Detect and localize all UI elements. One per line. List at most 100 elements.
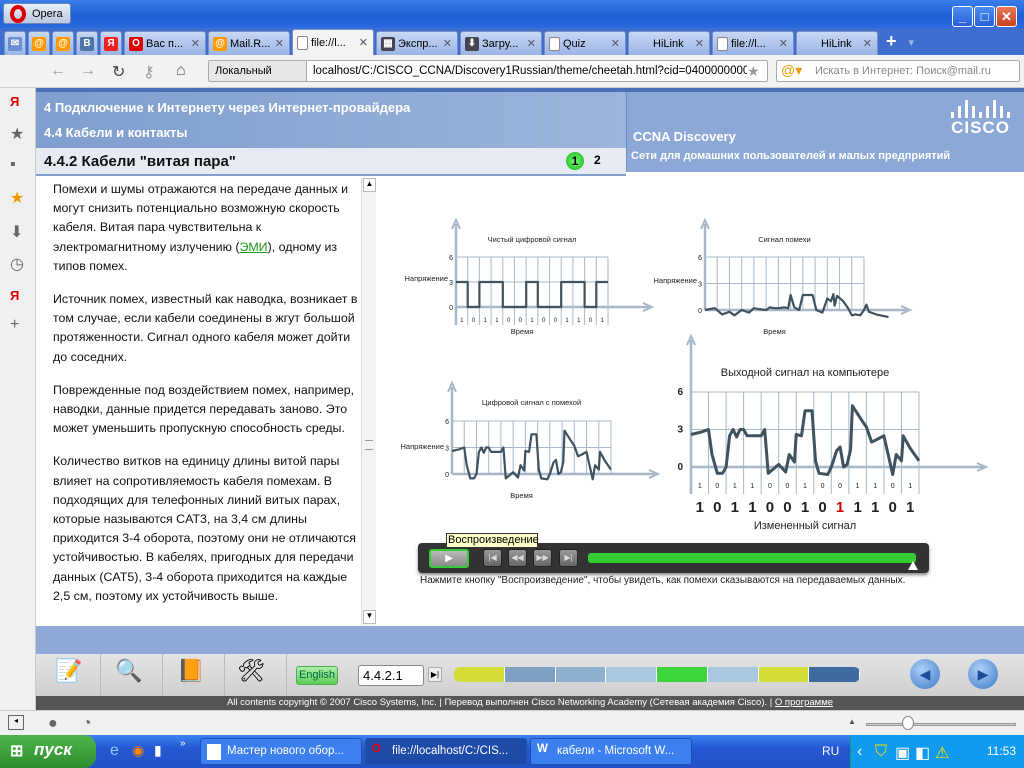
go-page-button[interactable]: ▶| <box>428 667 442 682</box>
browser-tab[interactable]: Quiz ✕ <box>544 31 626 55</box>
tab-close-icon[interactable]: ✕ <box>695 37 704 50</box>
play-button[interactable]: ▶ <box>429 549 469 568</box>
downloads-icon[interactable]: ⬇ <box>10 222 23 242</box>
fast-forward-button[interactable]: ▶▶ <box>533 549 552 567</box>
task-opera[interactable]: Ofile://localhost/C:/CIS... <box>365 738 527 765</box>
language-indicator[interactable]: RU <box>822 744 839 758</box>
notes-icon[interactable]: ▪ <box>10 156 16 174</box>
tab-close-icon[interactable]: ✕ <box>527 37 536 50</box>
browser-tab[interactable]: @ <box>52 31 74 55</box>
progress-segment[interactable] <box>809 667 860 682</box>
browser-tab[interactable]: HiLink ✕ <box>628 31 710 55</box>
search-input[interactable]: @▾ Искать в Интернет: Поиск@mail.ru <box>776 60 1020 82</box>
forward-icon[interactable]: → <box>80 62 96 80</box>
browser-tab[interactable]: ▦ Экспр... ✕ <box>376 31 458 55</box>
next-page-button[interactable]: ▶ <box>968 659 998 689</box>
playback-progress[interactable] <box>588 553 916 563</box>
progress-segment[interactable] <box>758 667 810 682</box>
network-icon[interactable]: ▣ <box>895 743 910 763</box>
yandex-icon[interactable]: Я <box>10 94 19 109</box>
app-icon[interactable]: ▮ <box>154 742 162 759</box>
volume-icon[interactable]: ◧ <box>915 743 930 763</box>
shield-icon[interactable]: ⛉ <box>875 743 887 761</box>
minimize-button[interactable]: _ <box>952 6 973 27</box>
tab-menu-icon[interactable]: ▾ <box>909 36 915 49</box>
progress-segment[interactable] <box>606 667 657 682</box>
task-word[interactable]: Wкабели - Microsoft W... <box>530 738 692 765</box>
page-2-button[interactable]: 2 <box>594 153 601 167</box>
panel-toggle-icon[interactable]: ◂ <box>8 715 24 730</box>
ie-icon[interactable]: e <box>110 742 119 760</box>
history-icon[interactable]: ◷ <box>10 254 24 274</box>
english-button[interactable]: English <box>296 666 338 685</box>
skip-start-button[interactable]: |◀ <box>483 549 502 567</box>
new-tab-icon[interactable]: + <box>886 31 897 52</box>
page-number-input[interactable]: 4.4.2.1 <box>358 665 424 686</box>
maximize-button[interactable]: □ <box>974 6 995 27</box>
tab-close-icon[interactable]: ✕ <box>275 37 284 50</box>
progress-segment[interactable] <box>454 667 505 682</box>
progress-segment[interactable] <box>657 667 708 682</box>
warning-icon[interactable]: ⚠ <box>935 743 949 763</box>
text-scrollbar[interactable]: ▲ ▼ <box>361 178 376 626</box>
tab-close-icon[interactable]: ✕ <box>443 37 452 50</box>
scroll-grip[interactable] <box>365 440 373 450</box>
browser-tab[interactable]: @ <box>28 31 50 55</box>
search-magnifier-icon[interactable]: 🔍 <box>114 658 144 690</box>
zoom-slider[interactable] <box>866 723 1016 726</box>
progress-segment[interactable] <box>555 667 607 682</box>
key-icon[interactable]: ⚷ <box>143 62 155 82</box>
scroll-up-icon[interactable]: ▲ <box>363 178 376 192</box>
progress-segment[interactable] <box>707 667 759 682</box>
reload-icon[interactable]: ↻ <box>112 62 125 82</box>
task-wizard[interactable]: Мастер нового обор... <box>200 738 362 765</box>
browser-tab[interactable]: file://l... ✕ <box>712 31 794 55</box>
glossary-icon[interactable]: 📝 <box>54 658 84 690</box>
home-icon[interactable]: ⌂ <box>176 62 186 80</box>
scroll-down-icon[interactable]: ▼ <box>363 610 376 624</box>
book-icon[interactable]: 📙 <box>176 658 206 690</box>
emi-link[interactable]: ЭМИ <box>239 240 267 254</box>
back-icon[interactable]: ← <box>50 62 66 80</box>
close-button[interactable]: ✕ <box>996 6 1017 27</box>
zoom-up-icon[interactable]: ▲ <box>848 717 856 726</box>
browser-tab[interactable]: O Вас п... ✕ <box>124 31 206 55</box>
tab-close-icon[interactable]: ✕ <box>863 37 872 50</box>
start-button[interactable]: ⊞ пуск <box>0 735 96 768</box>
tab-close-icon[interactable]: ✕ <box>779 37 788 50</box>
browser-tab[interactable]: Я <box>100 31 122 55</box>
address-field[interactable]: Локальный localhost/C:/CISCO_CCNA/Discov… <box>208 60 768 82</box>
browser-tab[interactable]: ⬇ Загру... ✕ <box>460 31 542 55</box>
previous-page-button[interactable]: ◀ <box>910 659 940 689</box>
tab-close-icon[interactable]: ✕ <box>191 37 200 50</box>
rewind-button[interactable]: ◀◀ <box>508 549 527 567</box>
skip-end-button[interactable]: ▶| <box>559 549 578 567</box>
search-engine-icon[interactable]: @▾ <box>781 62 802 79</box>
opera-menu-button[interactable]: Opera <box>3 3 71 24</box>
tools-icon[interactable]: 🛠 <box>236 658 266 690</box>
add-panel-icon[interactable]: + <box>10 316 19 334</box>
tab-close-icon[interactable]: ✕ <box>359 36 368 49</box>
page-1-button[interactable]: 1 <box>566 152 584 170</box>
url-text[interactable]: localhost/C:/CISCO_CCNA/Discovery1Russia… <box>307 65 747 77</box>
bookmarks-star-icon[interactable]: ★ <box>10 124 24 144</box>
browser-tab[interactable]: @ Mail.R... ✕ <box>208 31 290 55</box>
security-badge[interactable]: Локальный <box>209 61 307 81</box>
turbo-icon[interactable]: ● <box>48 715 58 733</box>
more-icon[interactable]: » <box>180 738 186 749</box>
browser-tab[interactable]: HiLink ✕ <box>796 31 878 55</box>
tab-close-icon[interactable]: ✕ <box>611 37 620 50</box>
bookmark-star-icon[interactable]: ★ <box>747 63 760 80</box>
browser-tab[interactable]: ✉ <box>4 31 26 55</box>
yandex-icon[interactable]: Я <box>10 288 19 303</box>
browser-tab[interactable]: file://l... ✕ <box>292 29 374 55</box>
browser-tab[interactable]: В <box>76 31 98 55</box>
speed-icon[interactable]: ◔ <box>82 715 92 733</box>
about-link[interactable]: О программе <box>775 697 833 708</box>
progress-segment[interactable] <box>504 667 556 682</box>
progress-handle[interactable] <box>908 561 918 570</box>
chrome-icon[interactable]: ◉ <box>132 742 144 759</box>
zoom-slider-handle[interactable] <box>902 716 914 730</box>
tray-expand-icon[interactable]: ‹ <box>857 743 862 761</box>
favorites-icon[interactable]: ★ <box>10 188 24 208</box>
